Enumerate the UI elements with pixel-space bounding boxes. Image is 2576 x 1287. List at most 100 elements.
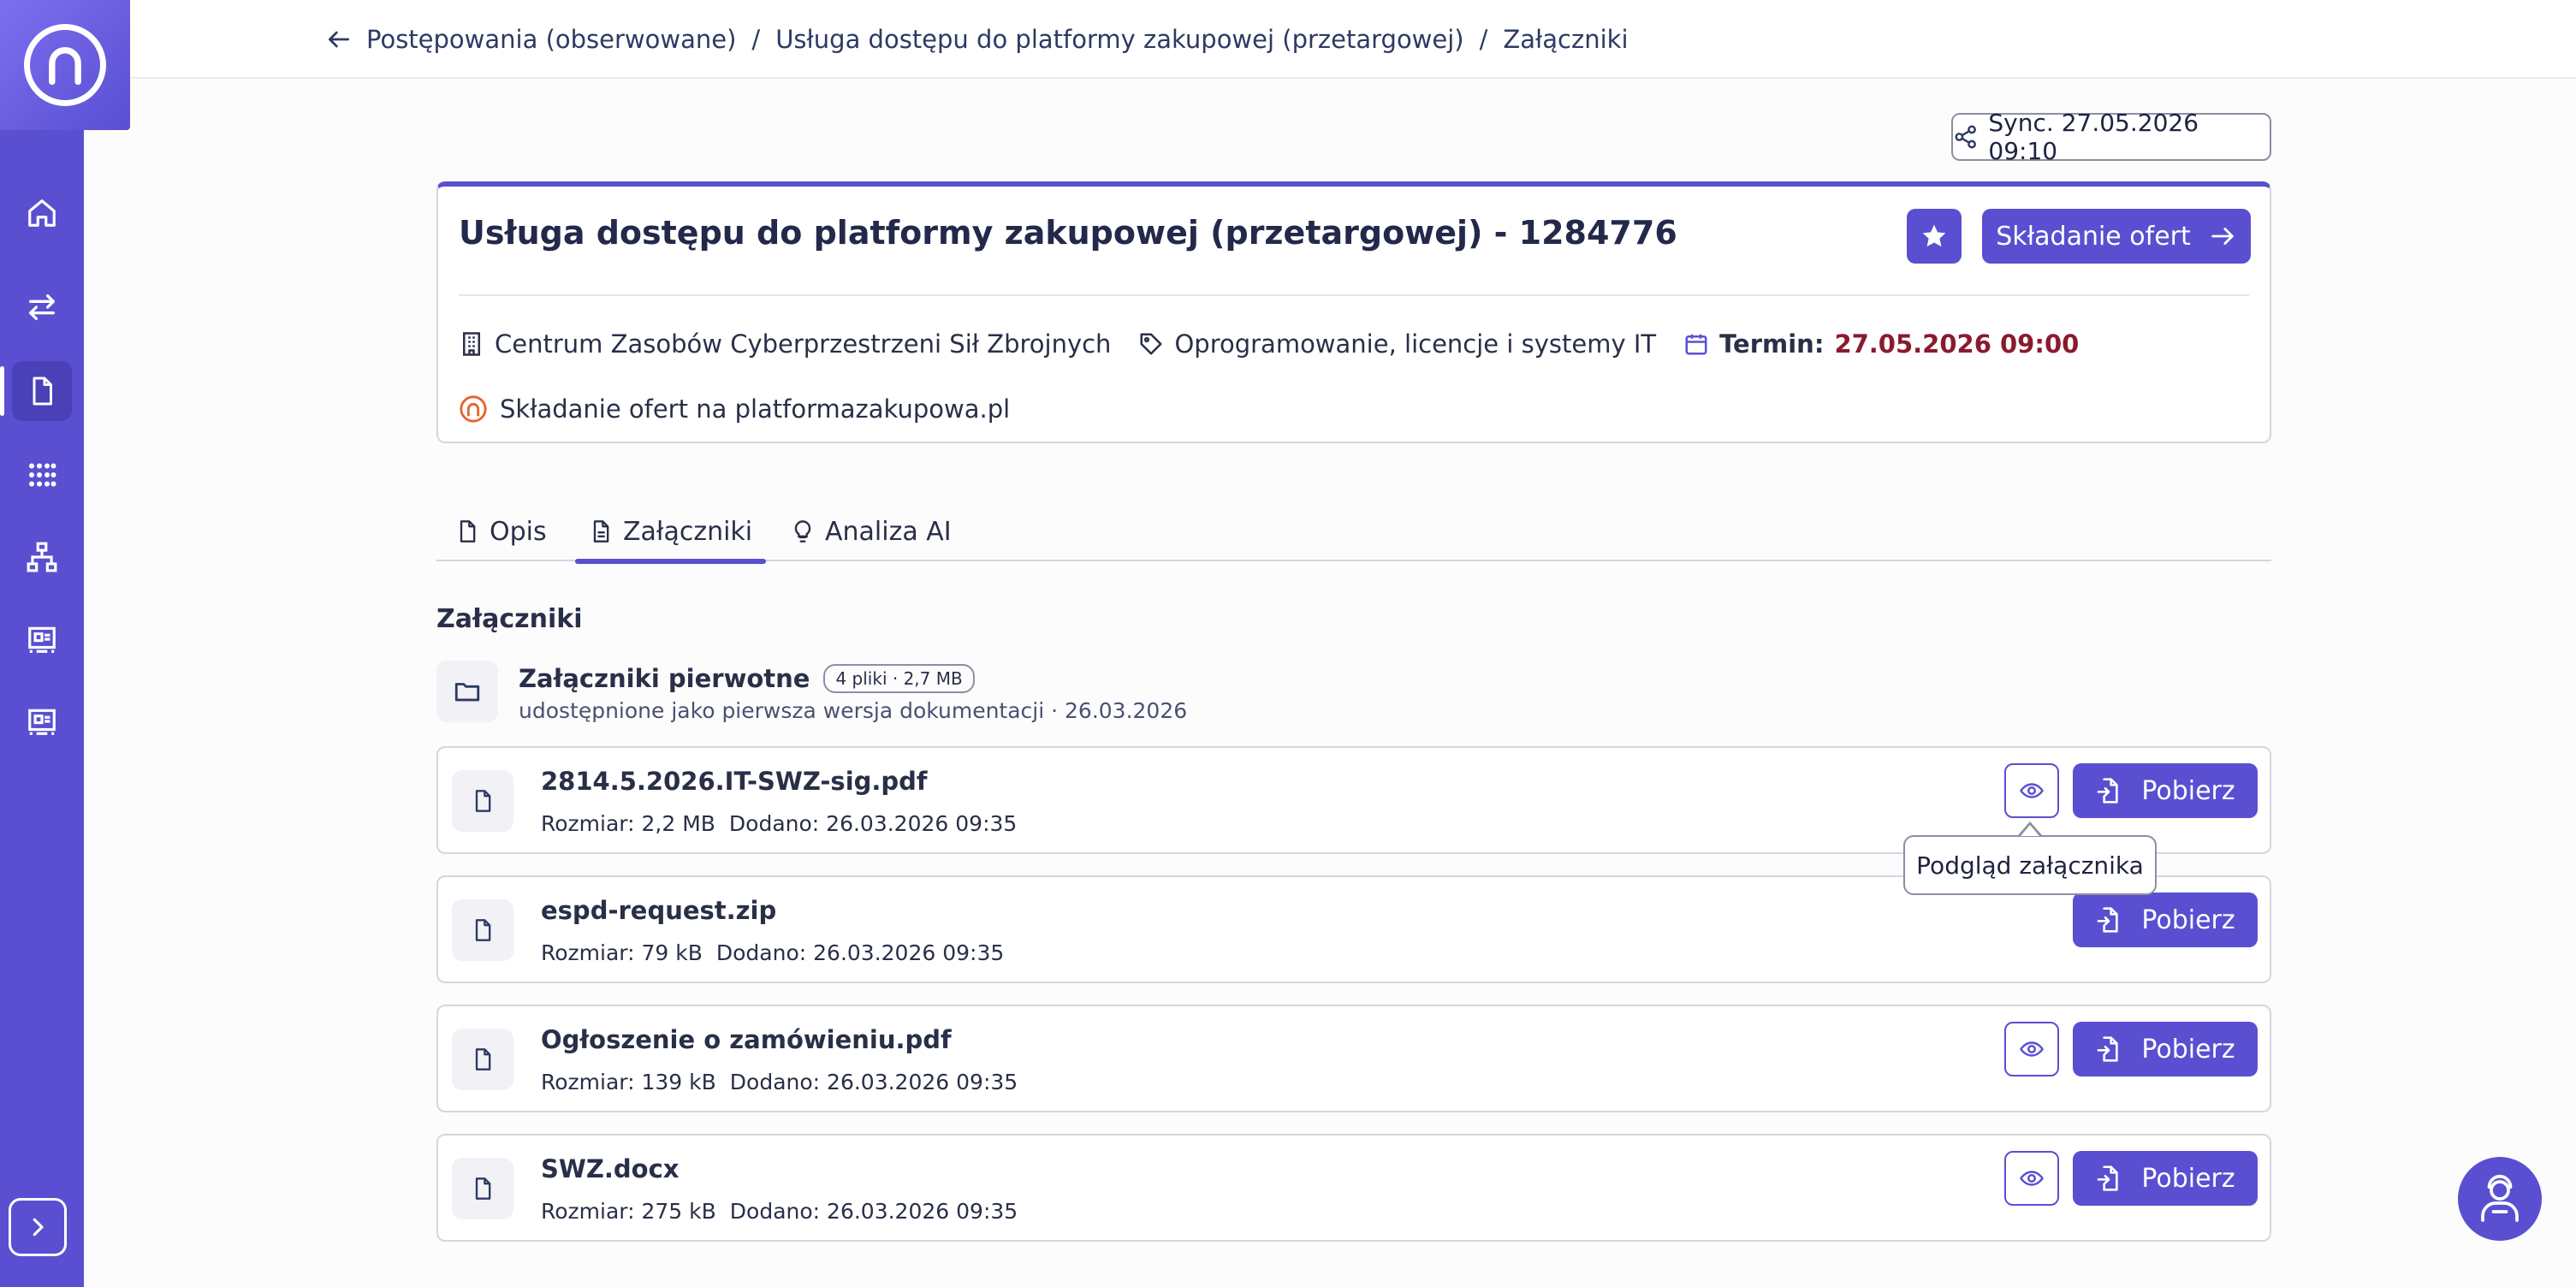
file-icon xyxy=(475,919,491,941)
assistant-avatar-icon xyxy=(2481,1174,2519,1222)
download-file-icon xyxy=(2098,1165,2119,1191)
download-file-icon xyxy=(2098,778,2119,804)
file-icon-box xyxy=(452,770,513,832)
folder-badge: 4 pliki · 2,7 MB xyxy=(823,664,975,693)
eye-icon xyxy=(2020,1041,2044,1057)
nav-apps[interactable] xyxy=(12,445,72,505)
calendar-icon xyxy=(1685,334,1707,355)
file-icon xyxy=(475,790,491,812)
preview-button[interactable] xyxy=(2004,1151,2059,1206)
tab-description[interactable]: Opis xyxy=(442,501,561,561)
file-icon xyxy=(475,1048,491,1071)
logo-n-icon xyxy=(49,47,81,86)
folder-icon xyxy=(454,683,480,702)
file-added: Dodano: 26.03.2026 09:35 xyxy=(729,1070,1018,1094)
file-icon-box xyxy=(452,1158,513,1219)
file-name: espd-request.zip xyxy=(541,896,777,925)
submit-offers-button[interactable]: Składanie ofert xyxy=(1982,209,2251,264)
download-button[interactable]: Pobierz xyxy=(2073,763,2258,818)
file-name: 2814.5.2026.IT-SWZ-sig.pdf xyxy=(541,767,928,796)
sync-badge[interactable]: Sync. 27.05.2026 09:10 xyxy=(1951,109,2271,165)
sidebar-expand-button[interactable] xyxy=(9,1198,67,1256)
download-button[interactable]: Pobierz xyxy=(2073,1151,2258,1206)
file-added: Dodano: 26.03.2026 09:35 xyxy=(728,811,1018,836)
folder-icon-box xyxy=(436,661,498,722)
file-icon xyxy=(475,1177,491,1200)
meta-deadline: Termin: 27.05.2026 09:00 xyxy=(1683,329,2079,359)
tooltip-arrow-fill xyxy=(2021,825,2039,836)
download-button[interactable]: Pobierz xyxy=(2073,893,2258,947)
board-icon xyxy=(28,626,56,653)
platform-row: Składanie ofert na platformazakupowa.pl xyxy=(459,390,1010,428)
tab-attachments[interactable]: Załączniki xyxy=(575,501,767,564)
top-bar: Postępowania (obserwowane) / Usługa dost… xyxy=(84,0,2576,79)
platform-text[interactable]: Składanie ofert na platformazakupowa.pl xyxy=(500,394,1010,424)
eye-icon xyxy=(2020,783,2044,798)
share-icon xyxy=(1955,125,1976,149)
nav-documents[interactable] xyxy=(0,361,72,421)
nav-transfers[interactable] xyxy=(12,277,72,337)
breadcrumb-link-observed[interactable]: Postępowania (obserwowane) xyxy=(366,25,736,54)
file-size: Rozmiar: 79 kB xyxy=(541,940,703,965)
hierarchy-icon xyxy=(27,542,57,572)
lightbulb-icon xyxy=(794,520,811,543)
download-label: Pobierz xyxy=(2141,904,2235,935)
category-name: Oprogramowanie, licencje i systemy IT xyxy=(1174,329,1657,359)
attachments-section-title: Załączniki xyxy=(436,604,583,634)
meta-category: Oprogramowanie, licencje i systemy IT xyxy=(1138,329,1656,359)
tag-icon xyxy=(1140,333,1162,355)
meta-organization: Centrum Zasobów Cyberprzestrzeni Sił Zbr… xyxy=(459,329,1111,359)
deadline-label: Termin: xyxy=(1719,329,1825,359)
back-arrow-icon[interactable] xyxy=(325,26,353,53)
download-file-icon xyxy=(2098,907,2119,933)
document-lines-icon xyxy=(593,520,609,543)
file-meta: Rozmiar: 275 kB Dodano: 26.03.2026 09:35 xyxy=(541,1199,1018,1224)
breadcrumb-separator: / xyxy=(1479,25,1488,54)
breadcrumb: Postępowania (obserwowane) / Usługa dost… xyxy=(325,21,1629,58)
breadcrumb-current: Załączniki xyxy=(1503,25,1629,54)
file-meta: Rozmiar: 139 kB Dodano: 26.03.2026 09:35 xyxy=(541,1070,1018,1094)
logo-ring xyxy=(24,24,106,106)
nav-board-2[interactable] xyxy=(12,691,72,751)
file-icon xyxy=(460,520,476,543)
platform-logo-icon xyxy=(460,395,487,423)
file-size: Rozmiar: 2,2 MB xyxy=(541,811,715,836)
swap-arrows-icon xyxy=(29,294,55,320)
preview-button[interactable] xyxy=(2004,1022,2059,1076)
chevron-right-icon xyxy=(33,1218,44,1237)
arrow-right-icon xyxy=(2211,228,2234,245)
eye-icon xyxy=(2020,1171,2044,1186)
folder-name: Załączniki pierwotne xyxy=(519,664,810,693)
breadcrumb-separator: / xyxy=(751,25,761,54)
tender-meta-row: Centrum Zasobów Cyberprzestrzeni Sił Zbr… xyxy=(459,325,2106,363)
file-meta: Rozmiar: 79 kB Dodano: 26.03.2026 09:35 xyxy=(541,940,1004,965)
file-icon-box xyxy=(452,1029,513,1090)
board-icon xyxy=(28,709,56,735)
file-added: Dodano: 26.03.2026 09:35 xyxy=(729,1199,1018,1224)
tab-label: Opis xyxy=(490,516,547,547)
submit-offers-label: Składanie ofert xyxy=(1996,221,2191,252)
download-file-icon xyxy=(2098,1036,2119,1062)
assistant-button[interactable] xyxy=(2458,1157,2542,1241)
organization-name: Centrum Zasobów Cyberprzestrzeni Sił Zbr… xyxy=(495,329,1112,359)
nav-board-1[interactable] xyxy=(12,609,72,669)
star-icon xyxy=(1922,224,1946,247)
file-name: SWZ.docx xyxy=(541,1154,680,1183)
tab-label: Załączniki xyxy=(623,516,753,547)
favorite-button[interactable] xyxy=(1907,209,1962,264)
file-size: Rozmiar: 139 kB xyxy=(541,1070,716,1094)
preview-tooltip: Podgląd załącznika xyxy=(1903,835,2157,895)
file-size: Rozmiar: 275 kB xyxy=(541,1199,716,1224)
download-label: Pobierz xyxy=(2141,1034,2235,1065)
nav-structure[interactable] xyxy=(12,527,72,587)
app-logo[interactable] xyxy=(0,0,130,130)
preview-button[interactable] xyxy=(2004,763,2059,818)
download-button[interactable]: Pobierz xyxy=(2073,1022,2258,1076)
folder-subtitle: udostępnione jako pierwsza wersja dokume… xyxy=(519,698,1188,723)
nav-home[interactable] xyxy=(12,183,72,243)
deadline-value: 27.05.2026 09:00 xyxy=(1834,329,2080,359)
breadcrumb-link-tender[interactable]: Usługa dostępu do platformy zakupowej (p… xyxy=(775,25,1463,54)
home-icon xyxy=(28,199,56,227)
download-label: Pobierz xyxy=(2141,1163,2235,1194)
tab-ai-analysis[interactable]: Analiza AI xyxy=(777,501,965,561)
